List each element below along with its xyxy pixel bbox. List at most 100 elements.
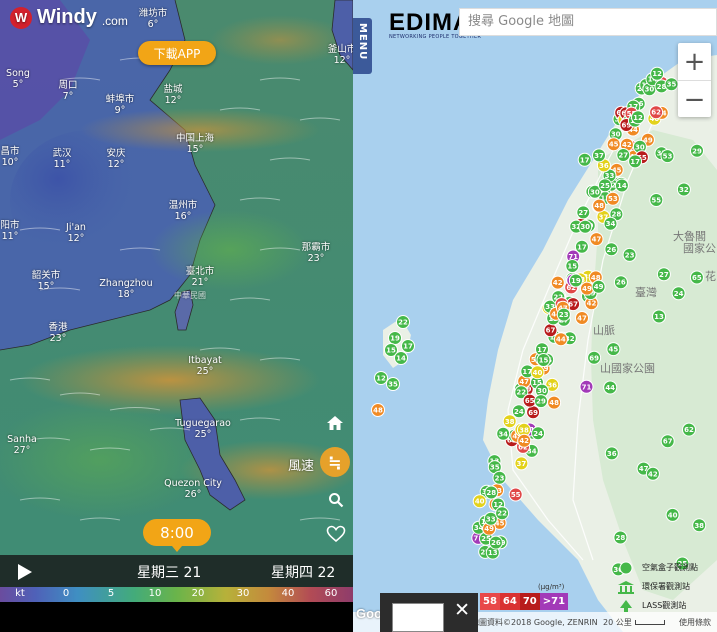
aqi-marker[interactable]: 42 xyxy=(517,433,532,448)
aqi-marker[interactable]: 14 xyxy=(614,178,629,193)
aqi-marker[interactable]: 55 xyxy=(649,193,664,207)
aqi-marker[interactable]: 48 xyxy=(547,395,562,410)
wind-layer-label[interactable]: 風速 xyxy=(288,455,314,474)
aqi-marker[interactable]: 53 xyxy=(605,191,620,206)
zoom-out-button[interactable]: − xyxy=(678,81,711,118)
aqi-marker[interactable]: 44 xyxy=(553,332,568,347)
aqi-marker[interactable]: 26 xyxy=(604,242,619,257)
aqi-marker[interactable]: 34 xyxy=(496,426,511,441)
aqi-marker[interactable]: 62 xyxy=(682,422,696,437)
aqi-marker[interactable]: 49 xyxy=(580,281,594,296)
aqi-marker[interactable]: 48 xyxy=(592,198,607,213)
download-app-button[interactable]: 下載APP xyxy=(138,41,216,65)
aqi-marker[interactable]: 19 xyxy=(568,273,583,288)
aqi-marker[interactable]: 17 xyxy=(574,239,589,254)
aqi-marker[interactable]: 62 xyxy=(649,105,664,120)
aqi-marker[interactable]: 38 xyxy=(692,518,707,533)
aqi-marker[interactable]: 38 xyxy=(502,414,517,429)
aqi-marker[interactable]: 36 xyxy=(604,446,619,461)
aqi-marker[interactable]: 42 xyxy=(550,275,565,290)
aqi-marker[interactable]: 71 xyxy=(579,379,594,394)
aqi-marker[interactable]: 22 xyxy=(495,506,510,521)
aqi-marker[interactable]: 17 xyxy=(401,339,415,353)
windy-panel[interactable]: W Windy .com 下載APP 潍坊市 6° 釜山市 12° Song 5° 周口 7°… xyxy=(0,0,353,632)
aqi-marker[interactable]: 12 xyxy=(374,371,388,385)
aqi-marker[interactable]: 44 xyxy=(603,380,618,395)
map-background[interactable]: 3237403330301744554569716765625349474238… xyxy=(353,0,717,632)
close-icon[interactable]: ✕ xyxy=(454,599,470,621)
windy-logo[interactable]: W Windy .com xyxy=(10,6,128,29)
aqi-marker[interactable]: 27 xyxy=(656,267,671,282)
google-map-panel[interactable]: 3237403330301744554569716765625349474238… xyxy=(353,0,717,632)
aqi-marker[interactable]: 69 xyxy=(526,405,541,420)
zoom-control[interactable]: + − xyxy=(678,43,711,117)
search-icon[interactable] xyxy=(324,488,348,512)
scale-unit: kt xyxy=(15,588,25,599)
wind-layer-icon[interactable]: ≒ xyxy=(320,447,350,477)
timeline-day-2[interactable]: 星期四 22 xyxy=(271,562,335,582)
aqi-marker[interactable]: 15 xyxy=(536,353,551,367)
aqi-marker[interactable]: 24 xyxy=(671,286,686,301)
aqi-marker[interactable]: 34 xyxy=(603,216,618,231)
aqi-marker[interactable]: 40 xyxy=(472,494,487,509)
video-thumbnail-popup[interactable]: ✕ xyxy=(380,593,478,632)
aqi-marker[interactable]: 45 xyxy=(606,342,621,357)
aqi-marker[interactable]: 13 xyxy=(652,309,666,324)
map-terms-link[interactable]: 使用條款 xyxy=(679,617,711,628)
aqi-marker[interactable]: 29 xyxy=(534,394,548,409)
aqi-marker[interactable]: 22 xyxy=(396,315,410,329)
aqi-marker[interactable]: 49 xyxy=(591,279,606,294)
aqi-marker[interactable]: 28 xyxy=(613,530,628,545)
aqi-marker[interactable]: 17 xyxy=(577,152,592,167)
aqi-marker[interactable]: 24 xyxy=(531,426,546,441)
aqi-marker[interactable]: 47 xyxy=(575,311,589,325)
aqi-marker[interactable]: 23 xyxy=(622,247,637,262)
aqi-marker[interactable]: 12 xyxy=(631,110,645,125)
favorite-heart-icon[interactable] xyxy=(323,521,349,547)
aqi-marker[interactable]: 55 xyxy=(508,487,523,502)
aqi-marker[interactable]: 40 xyxy=(530,365,545,380)
aqi-marker[interactable]: 24 xyxy=(511,404,526,419)
aqi-marker[interactable]: 32 xyxy=(676,182,691,197)
aqi-marker[interactable]: 30 xyxy=(578,219,593,234)
aqi-marker[interactable]: 27 xyxy=(576,205,591,220)
city-temperature: 11° xyxy=(1,231,19,242)
aqi-marker[interactable]: 65 xyxy=(689,270,704,285)
aqi-marker[interactable]: 17 xyxy=(628,154,643,169)
thumbnail-image[interactable] xyxy=(392,603,444,632)
aqi-marker[interactable]: 29 xyxy=(690,143,704,158)
play-icon[interactable] xyxy=(14,562,34,582)
aqi-marker[interactable]: 37 xyxy=(592,148,606,163)
aqi-marker[interactable]: 40 xyxy=(665,507,680,522)
timeline-bar[interactable]: 星期三 21 星期四 22 xyxy=(0,555,353,587)
aqi-marker[interactable]: 53 xyxy=(660,149,675,164)
aqi-marker[interactable]: 27 xyxy=(616,148,631,162)
aqi-marker-value: 17 xyxy=(537,346,547,354)
aqi-marker[interactable]: 69 xyxy=(587,350,602,365)
aqi-marker[interactable]: 26 xyxy=(613,275,628,290)
aqi-marker[interactable]: 25 xyxy=(598,178,612,193)
time-bubble[interactable]: 8:00 xyxy=(143,519,211,552)
aqi-marker[interactable]: 45 xyxy=(606,137,621,152)
aqi-marker[interactable]: 23 xyxy=(556,307,571,322)
aqi-marker[interactable]: 67 xyxy=(660,434,675,449)
aqi-marker[interactable]: 15 xyxy=(565,259,580,273)
aqi-marker[interactable]: 37 xyxy=(514,456,529,471)
aqi-marker[interactable]: 35 xyxy=(664,77,679,92)
timeline-day-1[interactable]: 星期三 21 xyxy=(137,562,201,582)
aqi-marker[interactable]: 47 xyxy=(589,232,604,247)
aqi-marker[interactable]: 23 xyxy=(492,470,507,485)
aqi-marker[interactable]: 35 xyxy=(386,377,400,391)
menu-tab[interactable]: MENU xyxy=(353,18,372,74)
aqi-marker[interactable]: 28 xyxy=(484,485,499,500)
aqi-marker[interactable]: 12 xyxy=(650,66,665,81)
aqi-marker[interactable]: 19 xyxy=(388,331,402,345)
city-label: 中国上海 15° xyxy=(176,133,214,155)
map-search-input[interactable]: 搜尋 Google 地圖 xyxy=(459,8,717,36)
home-icon[interactable] xyxy=(324,412,346,434)
aqi-marker[interactable]: 14 xyxy=(394,351,408,365)
aqi-marker[interactable]: 26 xyxy=(488,535,503,550)
zoom-in-button[interactable]: + xyxy=(678,43,711,80)
aqi-marker[interactable]: 42 xyxy=(645,466,660,481)
aqi-marker[interactable]: 48 xyxy=(371,403,385,417)
